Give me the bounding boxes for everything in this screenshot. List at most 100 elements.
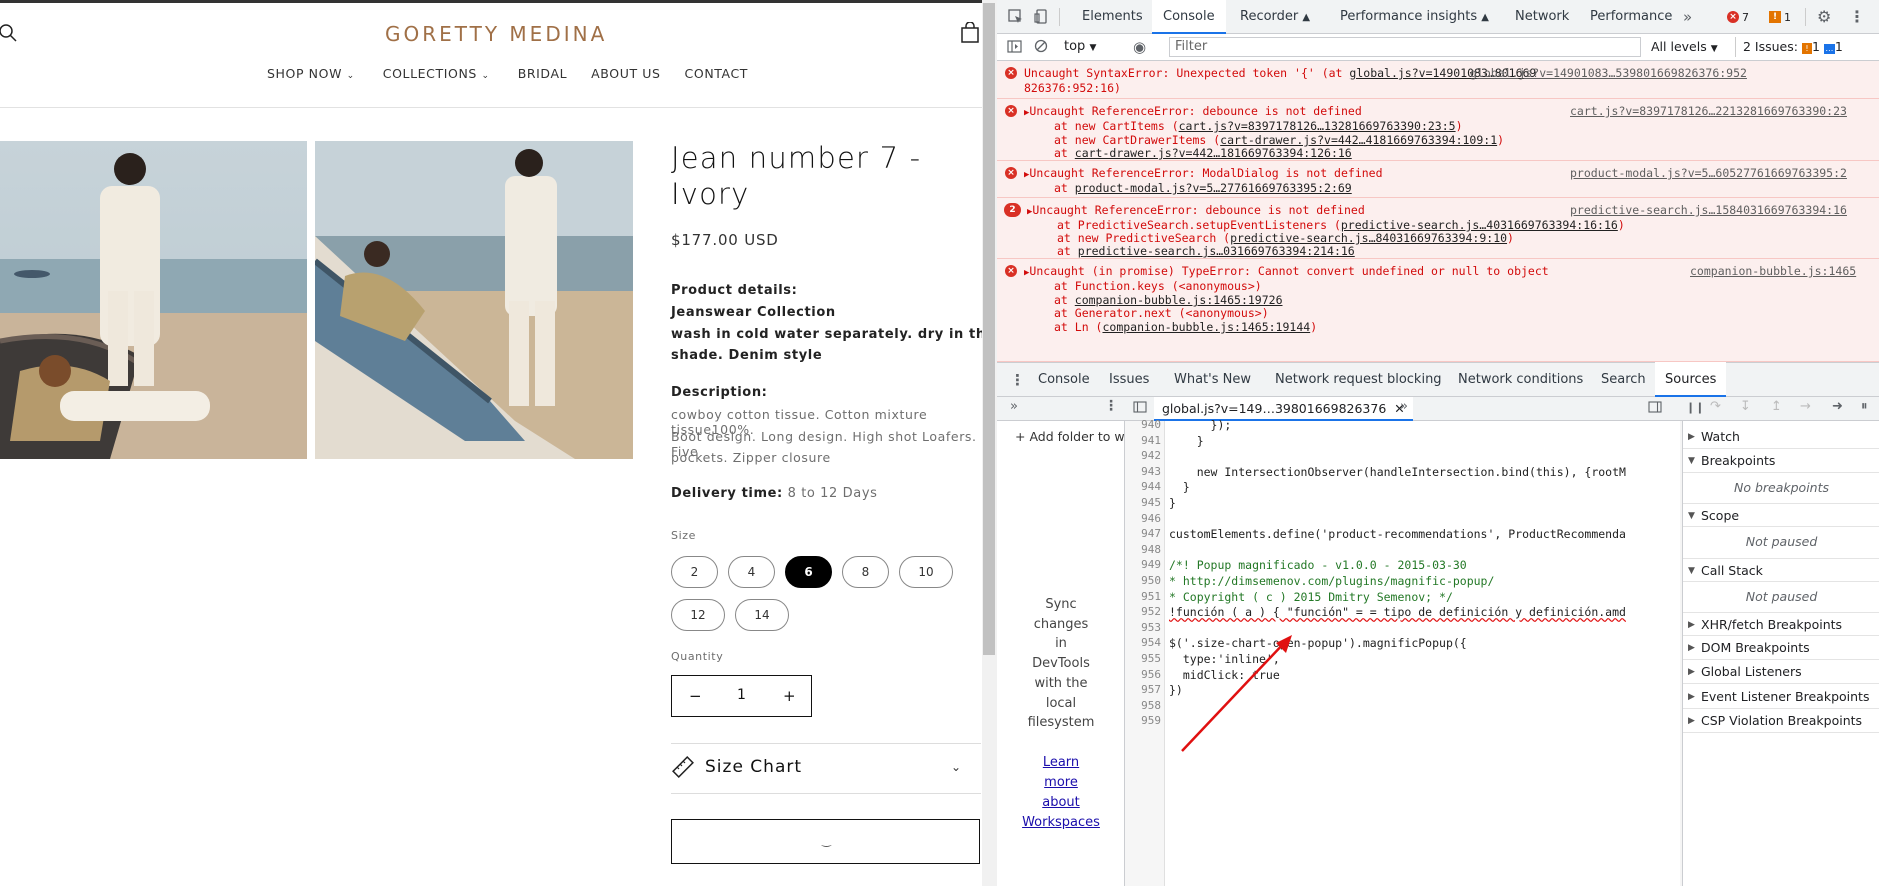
more-tabs-icon[interactable]: »	[1400, 399, 1408, 414]
drawer-tab-network-conditions[interactable]: Network conditions	[1448, 362, 1593, 397]
size-chart-toggle[interactable]: Size Chart	[705, 757, 802, 777]
tab-network[interactable]: Network	[1504, 0, 1580, 34]
error-source-link[interactable]: global.js?v=14901083…539801669826376:952	[1470, 66, 1747, 80]
console-error-row[interactable]: × Uncaught SyntaxError: Unexpected token…	[997, 61, 1879, 99]
add-folder-to-workspace[interactable]: + Add folder to w	[1015, 429, 1125, 444]
tab-performance-insights[interactable]: Performance insights ▲	[1329, 0, 1500, 34]
nav-bridal[interactable]: BRIDAL	[518, 66, 567, 81]
console-error-row[interactable]: × ▶Uncaught ReferenceError: debounce is …	[997, 99, 1879, 161]
size-option-8[interactable]: 8	[842, 556, 889, 588]
error-source-link[interactable]: predictive-search.js…1584031669763394:16	[1570, 203, 1847, 217]
call-stack-section[interactable]: ▼ Call Stack	[1683, 558, 1879, 582]
tab-performance[interactable]: Performance	[1579, 0, 1683, 34]
drawer-tab-whats-new[interactable]: What's New	[1164, 362, 1261, 397]
code-line[interactable]: });	[1169, 418, 1232, 432]
code-line[interactable]: !función ( a ) { "función" = = tipo de d…	[1169, 605, 1626, 619]
event-listener-breakpoints-section[interactable]: ▶ Event Listener Breakpoints	[1683, 685, 1879, 709]
toggle-navigator-icon[interactable]	[1133, 401, 1147, 417]
size-option-6-selected[interactable]: 6	[785, 556, 832, 588]
cart-icon[interactable]	[960, 21, 980, 44]
line-number[interactable]: 942	[1125, 449, 1161, 462]
nav-collections[interactable]: COLLECTIONS ⌄	[383, 66, 490, 81]
nav-about-us[interactable]: ABOUT US	[591, 66, 660, 81]
csp-violation-breakpoints-section[interactable]: ▶ CSP Violation Breakpoints	[1683, 709, 1879, 733]
quantity-input[interactable]: 1	[737, 687, 746, 703]
console-error-row[interactable]: × ▶Uncaught (in promise) TypeError: Cann…	[997, 259, 1879, 362]
step-over-icon[interactable]: ↷	[1710, 399, 1721, 414]
drawer-menu-icon[interactable]: ⋮	[1010, 371, 1025, 389]
inspect-element-icon[interactable]	[1008, 9, 1023, 28]
nav-contact[interactable]: CONTACT	[685, 66, 748, 81]
size-option-10[interactable]: 10	[899, 556, 953, 588]
quantity-decrease-button[interactable]: −	[689, 687, 702, 705]
dom-breakpoints-section[interactable]: ▶ DOM Breakpoints	[1683, 636, 1879, 660]
watch-section[interactable]: ▶ Watch	[1683, 425, 1879, 449]
log-levels-dropdown[interactable]: All levels ▼	[1651, 39, 1718, 54]
size-option-12[interactable]: 12	[671, 599, 725, 631]
line-number[interactable]: 951	[1125, 590, 1161, 603]
code-line[interactable]: * Copyright ( c ) 2015 Dmitry Semenov; *…	[1169, 590, 1453, 604]
context-selector[interactable]: top ▼	[1064, 39, 1096, 54]
tab-recorder[interactable]: Recorder ▲	[1229, 0, 1321, 34]
code-line[interactable]: }	[1169, 434, 1204, 448]
issues-counter[interactable]: 2 Issues: ! 1 … 1	[1743, 39, 1843, 54]
line-number[interactable]: 955	[1125, 652, 1161, 665]
more-tabs-icon[interactable]: »	[1010, 399, 1018, 414]
drawer-tab-search[interactable]: Search	[1591, 362, 1656, 397]
line-number[interactable]: 940	[1125, 418, 1161, 431]
drawer-tab-network-request-blocking[interactable]: Network request blocking	[1265, 362, 1452, 397]
add-to-cart-button[interactable]: ‿	[671, 819, 980, 864]
deactivate-breakpoints-icon[interactable]: ➜	[1832, 399, 1843, 414]
code-line[interactable]: }	[1169, 480, 1190, 494]
toggle-debugger-icon[interactable]	[1648, 401, 1662, 417]
size-option-2[interactable]: 2	[671, 556, 718, 588]
console-error-row[interactable]: 2 ▶Uncaught ReferenceError: debounce is …	[997, 198, 1879, 259]
nav-shop-now[interactable]: SHOP NOW ⌄	[267, 66, 355, 81]
line-number[interactable]: 957	[1125, 683, 1161, 696]
xhr-breakpoints-section[interactable]: ▶ XHR/fetch Breakpoints	[1683, 612, 1879, 636]
code-line[interactable]: * http://dimsemenov.com/plugins/magnific…	[1169, 574, 1494, 588]
code-editor[interactable]: 940 }); 941 } 942 943 new IntersectionObser…	[1125, 418, 1692, 886]
size-option-14[interactable]: 14	[735, 599, 789, 631]
more-options-icon[interactable]: ⋮	[1849, 7, 1865, 26]
line-number[interactable]: 948	[1125, 543, 1161, 556]
pause-icon[interactable]: ❙❙	[1686, 401, 1704, 414]
code-line[interactable]: customElements.define('product-recommend…	[1169, 527, 1626, 541]
navigator-menu-icon[interactable]: ⋮	[1104, 398, 1118, 414]
line-number[interactable]: 943	[1125, 465, 1161, 478]
line-number[interactable]: 952	[1125, 605, 1161, 618]
line-number[interactable]: 956	[1125, 668, 1161, 681]
step-icon[interactable]: →	[1800, 399, 1811, 414]
line-number[interactable]: 944	[1125, 480, 1161, 493]
code-line[interactable]: }	[1169, 496, 1176, 510]
error-counter[interactable]: × 7	[1727, 9, 1749, 25]
line-number[interactable]: 945	[1125, 496, 1161, 509]
error-source-link[interactable]: product-modal.js?v=5…60527761669763395:2	[1570, 166, 1847, 180]
line-number[interactable]: 958	[1125, 699, 1161, 712]
learn-more-workspaces-link[interactable]: Learn more about Workspaces	[997, 753, 1125, 833]
settings-gear-icon[interactable]: ⚙	[1817, 7, 1831, 26]
console-error-row[interactable]: × ▶Uncaught ReferenceError: ModalDialog …	[997, 161, 1879, 198]
breakpoints-section[interactable]: ▼ Breakpoints	[1683, 449, 1879, 473]
store-logo[interactable]: GORETTY MEDINA	[385, 22, 607, 46]
line-number[interactable]: 947	[1125, 527, 1161, 540]
line-number[interactable]: 941	[1125, 434, 1161, 447]
error-source-link[interactable]: companion-bubble.js:1465	[1690, 264, 1856, 278]
line-number[interactable]: 954	[1125, 636, 1161, 649]
pause-on-exceptions-icon[interactable]: ⏸	[1861, 399, 1868, 414]
clear-console-icon[interactable]	[1034, 39, 1048, 57]
line-number[interactable]: 953	[1125, 621, 1161, 634]
code-line[interactable]: /*! Popup magnificado - v1.0.0 - 2015-03…	[1169, 558, 1467, 572]
eye-icon[interactable]: ◉	[1133, 38, 1146, 56]
scope-section[interactable]: ▼ Scope	[1683, 503, 1879, 527]
code-line[interactable]: new IntersectionObserver(handleIntersect…	[1169, 465, 1626, 479]
line-number[interactable]: 959	[1125, 714, 1161, 727]
chevron-down-icon[interactable]: ⌄	[951, 760, 961, 774]
step-into-icon[interactable]: ↧	[1740, 399, 1751, 414]
product-image-2[interactable]	[315, 141, 633, 459]
error-source-link[interactable]: cart.js?v=8397178126…2213281669763390:23	[1570, 104, 1847, 118]
product-image-1[interactable]	[0, 141, 307, 459]
tab-console[interactable]: Console	[1152, 0, 1226, 34]
console-filter-input[interactable]: Filter	[1169, 37, 1641, 57]
line-number[interactable]: 946	[1125, 512, 1161, 525]
